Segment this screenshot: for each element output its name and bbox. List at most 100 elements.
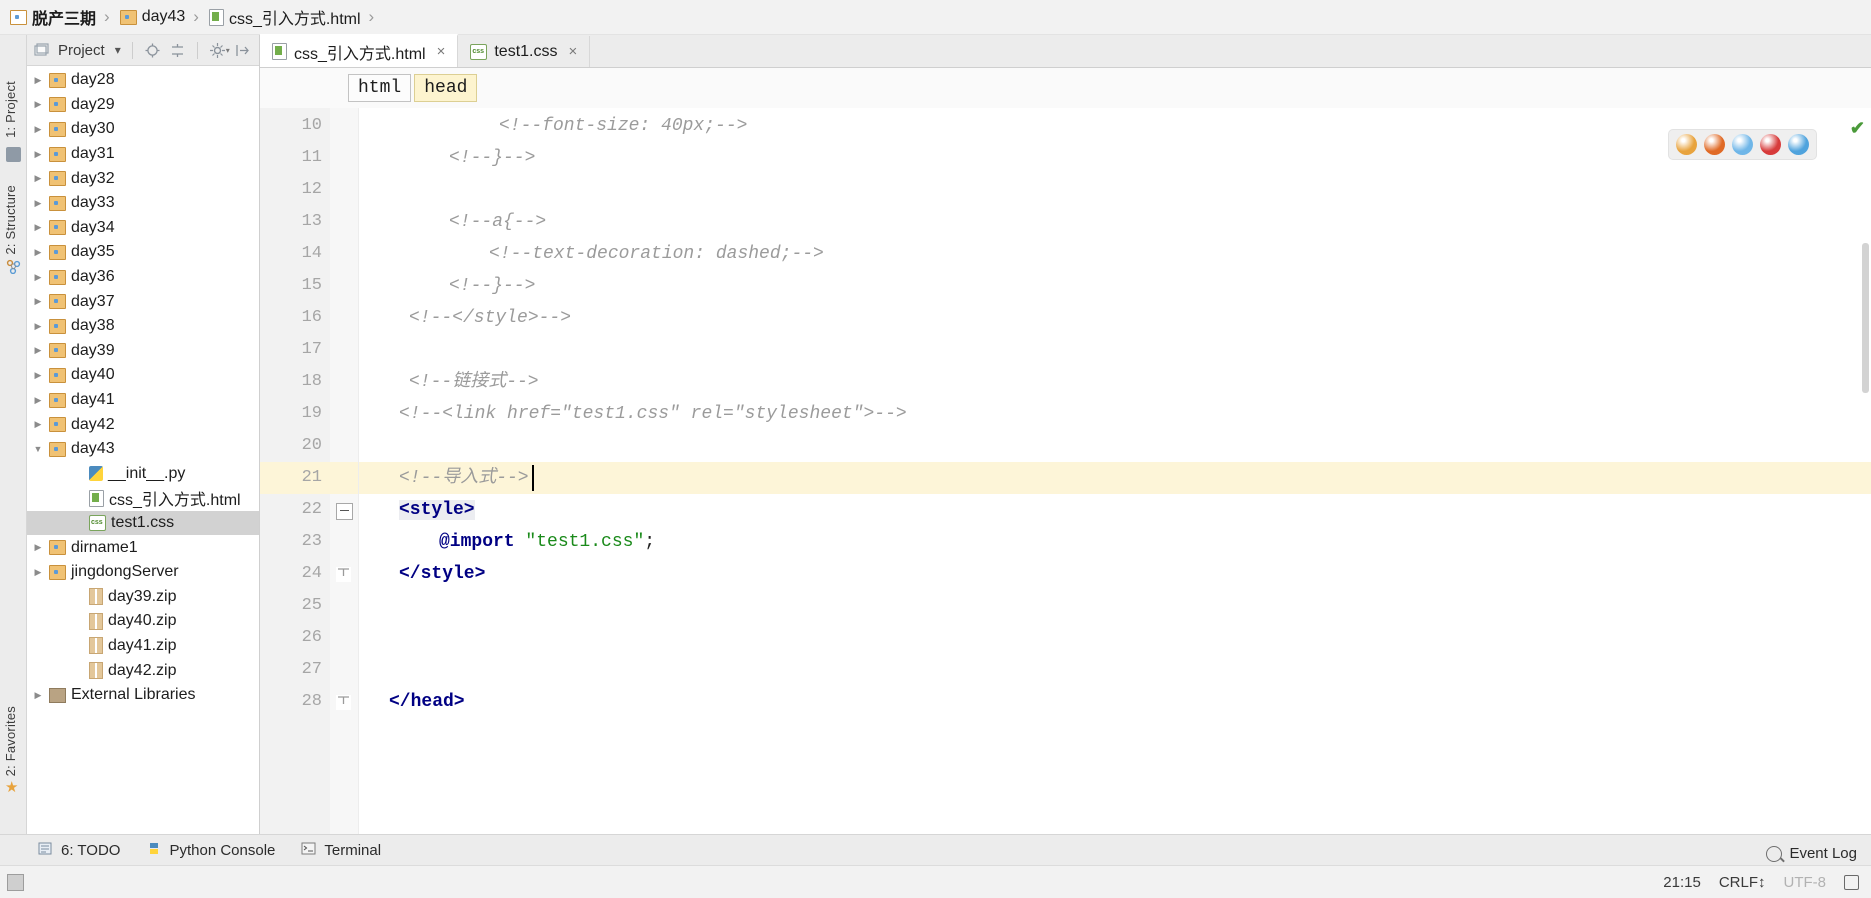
- chevron-right-icon[interactable]: ▶: [27, 395, 49, 406]
- fold-collapse-handle[interactable]: [336, 503, 353, 520]
- tool-tab-structure[interactable]: 2: Structure: [3, 185, 18, 255]
- code-token: <!--</style>-->: [409, 308, 572, 328]
- encoding-selector[interactable]: UTF-8: [1784, 874, 1827, 891]
- tree-item[interactable]: ▶ day36: [27, 265, 259, 290]
- tree-item[interactable]: __init__.py: [27, 462, 259, 487]
- tree-item[interactable]: ▶ day34: [27, 216, 259, 241]
- chevron-right-icon[interactable]: ▶: [27, 99, 49, 110]
- code-line[interactable]: <!--}-->: [449, 142, 535, 174]
- breadcrumb-item-project[interactable]: 脱产三期 ›: [6, 4, 116, 30]
- lock-open-icon[interactable]: [1844, 874, 1859, 890]
- tree-item[interactable]: day42.zip: [27, 658, 259, 683]
- tool-window-python-console[interactable]: Python Console: [146, 841, 275, 860]
- tree-item[interactable]: ▶ External Libraries: [27, 683, 259, 708]
- tool-tab-project[interactable]: 1: Project: [3, 81, 18, 138]
- close-icon[interactable]: ×: [437, 43, 446, 60]
- chevron-right-icon[interactable]: ▶: [27, 345, 49, 356]
- vertical-scrollbar[interactable]: [1862, 243, 1869, 393]
- firefox-icon[interactable]: [1704, 134, 1725, 155]
- tree-item[interactable]: ▶ day33: [27, 191, 259, 216]
- close-icon[interactable]: ×: [568, 43, 577, 60]
- tool-window-terminal[interactable]: Terminal: [301, 841, 381, 860]
- chevron-down-icon[interactable]: ▼: [27, 444, 49, 454]
- tree-item[interactable]: ▶ dirname1: [27, 535, 259, 560]
- tree-item[interactable]: ▶ day28: [27, 68, 259, 93]
- chevron-right-icon[interactable]: ▶: [27, 198, 49, 209]
- chevron-right-icon[interactable]: ▶: [27, 419, 49, 430]
- tree-item[interactable]: ▶ day37: [27, 289, 259, 314]
- chevron-right-icon[interactable]: ▶: [27, 567, 49, 578]
- chevron-right-icon[interactable]: ▶: [27, 321, 49, 332]
- chevron-right-icon[interactable]: ▶: [27, 222, 49, 233]
- breadcrumb-tag-head[interactable]: head: [414, 74, 478, 102]
- code-line[interactable]: <style>: [399, 494, 475, 526]
- code-content[interactable]: <!--font-size: 40px;--> <!--}--> <!--a{-->…: [359, 108, 1871, 834]
- project-dropdown-caret[interactable]: ▾: [115, 43, 121, 57]
- tree-item[interactable]: ▶ day38: [27, 314, 259, 339]
- tab-test1-css[interactable]: test1.css ×: [458, 36, 591, 67]
- tool-window-todo[interactable]: 6: TODO: [38, 841, 120, 860]
- tree-item[interactable]: ▶ day41: [27, 388, 259, 413]
- tree-item[interactable]: ▶ day29: [27, 93, 259, 118]
- code-line[interactable]: <!--<link href="test1.css" rel="styleshe…: [399, 398, 907, 430]
- code-line[interactable]: @import "test1.css";: [439, 526, 655, 558]
- chevron-right-icon[interactable]: ▶: [27, 296, 49, 307]
- chevron-right-icon[interactable]: ▶: [27, 272, 49, 283]
- project-view-icon: [6, 147, 21, 162]
- hide-icon[interactable]: [234, 42, 251, 59]
- chevron-right-icon[interactable]: ▶: [27, 124, 49, 135]
- collapse-all-icon[interactable]: [169, 42, 186, 59]
- chevron-right-icon[interactable]: ▶: [27, 247, 49, 258]
- code-line[interactable]: </head>: [389, 686, 465, 718]
- chevron-right-icon[interactable]: ▶: [27, 75, 49, 86]
- code-line[interactable]: <!--text-decoration: dashed;-->: [489, 238, 824, 270]
- event-log-button[interactable]: Event Log: [1766, 845, 1857, 862]
- project-tree[interactable]: ▶ day28 ▶ day29 ▶ day30 ▶ day31 ▶ day32 ▶ day33 ▶ day…: [27, 66, 259, 834]
- breadcrumb-item-day43[interactable]: day43 ›: [116, 4, 205, 30]
- tree-item[interactable]: ▶ day30: [27, 117, 259, 142]
- code-line[interactable]: <!--}-->: [449, 270, 535, 302]
- tree-item[interactable]: ▶ day42: [27, 412, 259, 437]
- code-line[interactable]: <!--font-size: 40px;-->: [499, 110, 747, 142]
- tab-css-html-file[interactable]: css_引入方式.html ×: [260, 34, 459, 67]
- breadcrumb-item-file[interactable]: css_引入方式.html ›: [205, 4, 380, 30]
- code-line[interactable]: <!--链接式-->: [409, 366, 539, 398]
- chevron-right-icon[interactable]: ▶: [27, 690, 49, 701]
- tree-item[interactable]: ▶ day32: [27, 166, 259, 191]
- inspection-status-icon[interactable]: ✔: [1850, 118, 1865, 139]
- tree-item[interactable]: ▶ day40: [27, 363, 259, 388]
- tree-item[interactable]: day39.zip: [27, 584, 259, 609]
- code-line[interactable]: <!--a{-->: [449, 206, 546, 238]
- gear-icon[interactable]: ▾: [209, 42, 230, 59]
- chevron-right-icon[interactable]: ▶: [27, 173, 49, 184]
- chevron-right-icon[interactable]: ▶: [27, 370, 49, 381]
- fold-end-handle[interactable]: [336, 695, 351, 710]
- breadcrumb-tag-html[interactable]: html: [348, 74, 412, 102]
- tree-item[interactable]: test1.css: [27, 510, 259, 536]
- tree-item[interactable]: ▶ day31: [27, 142, 259, 167]
- locate-icon[interactable]: [144, 42, 161, 59]
- tree-item[interactable]: ▶ day35: [27, 240, 259, 265]
- fold-gutter[interactable]: [330, 108, 359, 834]
- tree-item[interactable]: ▼ day43: [27, 437, 259, 462]
- html-file-icon: [89, 489, 104, 507]
- code-line[interactable]: <!--导入式-->: [399, 462, 529, 494]
- safari-icon[interactable]: [1732, 134, 1753, 155]
- line-separator-selector[interactable]: CRLF↕: [1719, 874, 1766, 891]
- fold-end-handle[interactable]: [336, 567, 351, 582]
- code-line[interactable]: <!--</style>-->: [409, 302, 571, 334]
- opera-icon[interactable]: [1760, 134, 1781, 155]
- tree-item[interactable]: ▶ day39: [27, 339, 259, 364]
- code-editor[interactable]: 10 11 12 13 14 15 16 17 18 19 20 21 22 23 24 25 26 27 28 <…: [260, 108, 1871, 834]
- tree-item[interactable]: ▶ jingdongServer: [27, 560, 259, 585]
- tree-item[interactable]: day40.zip: [27, 609, 259, 634]
- tree-item[interactable]: css_引入方式.html: [27, 486, 259, 511]
- chrome-icon[interactable]: [1676, 134, 1697, 155]
- code-line[interactable]: </style>: [399, 558, 485, 590]
- ie-icon[interactable]: [1788, 134, 1809, 155]
- tool-tab-favorites[interactable]: 2: Favorites: [3, 706, 18, 776]
- tree-item[interactable]: day41.zip: [27, 634, 259, 659]
- status-bar-toggle[interactable]: [0, 873, 30, 891]
- chevron-right-icon[interactable]: ▶: [27, 149, 49, 160]
- chevron-right-icon[interactable]: ▶: [27, 542, 49, 553]
